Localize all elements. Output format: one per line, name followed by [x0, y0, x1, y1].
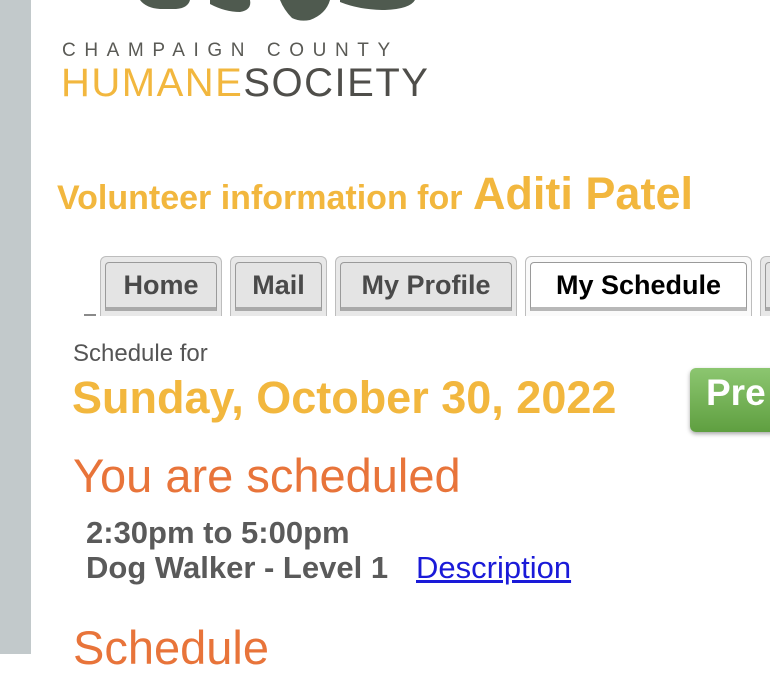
schedule-date: Sunday, October 30, 2022 [72, 372, 617, 423]
tab-mail[interactable]: Mail [230, 256, 327, 316]
tab-home-label: Home [105, 262, 217, 311]
logo-animal-silhouettes [140, 0, 415, 21]
schedule-heading: Schedule [73, 621, 269, 674]
you-are-scheduled-heading: You are scheduled [73, 449, 461, 502]
tab-my-profile-label: My Profile [340, 262, 512, 311]
volunteer-heading-lead: Volunteer information for [57, 179, 463, 217]
tab-next-partial-label [765, 262, 770, 311]
previous-day-button[interactable]: Pre [690, 368, 770, 432]
left-sidebar-strip [0, 0, 31, 654]
tab-my-schedule-label: My Schedule [530, 262, 747, 311]
volunteer-heading: Volunteer information for Aditi Patel [57, 168, 693, 220]
tab-next-partial[interactable] [760, 256, 770, 316]
tab-my-profile[interactable]: My Profile [335, 256, 517, 316]
tab-bar-edge [84, 314, 96, 316]
logo-society-word: SOCIETY [243, 61, 430, 105]
shift-time: 2:30pm to 5:00pm [86, 515, 350, 550]
logo-humane-society: HUMANESOCIETY [61, 63, 429, 103]
tab-home[interactable]: Home [100, 256, 222, 316]
tab-my-schedule[interactable]: My Schedule [525, 256, 752, 316]
volunteer-name: Aditi Patel [472, 168, 693, 219]
tab-mail-label: Mail [235, 262, 322, 311]
logo-humane-word: HUMANE [61, 61, 244, 105]
shift-role: Dog Walker - Level 1 [86, 550, 389, 585]
logo-county-text: CHAMPAIGN COUNTY [62, 40, 399, 61]
description-link[interactable]: Description [416, 550, 571, 586]
schedule-for-label: Schedule for [73, 340, 208, 367]
